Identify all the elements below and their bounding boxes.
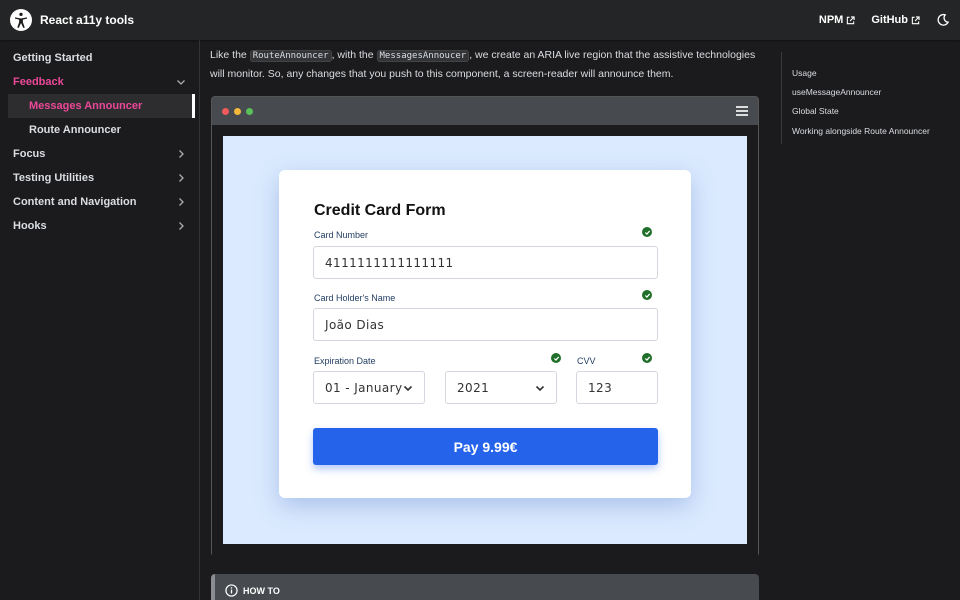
chevron-right-icon	[179, 150, 184, 158]
expiration-year-select[interactable]: 2021	[445, 371, 557, 404]
site-title: React a11y tools	[40, 13, 135, 27]
intro-paragraph: Like the RouteAnnouncer, with the Messag…	[210, 46, 760, 83]
cvv-label: CVV	[577, 356, 596, 366]
sidebar-item-label: Hooks	[13, 220, 47, 232]
main-content: Like the RouteAnnouncer, with the Messag…	[210, 40, 760, 600]
sidebar-item-label: Route Announcer	[29, 124, 121, 136]
sidebar: Getting Started Feedback Messages Announ…	[0, 40, 200, 600]
toc-item-use-message-announcer[interactable]: useMessageAnnouncer	[792, 82, 951, 101]
github-link[interactable]: GitHub	[871, 14, 920, 26]
sidebar-item-label: Content and Navigation	[13, 196, 137, 208]
admonition-title: HOW TO	[243, 586, 280, 596]
selected-month: 01 - January	[325, 380, 403, 395]
inline-code-messages-announcer: MessagesAnnoucer	[376, 50, 470, 62]
form-title: Credit Card Form	[314, 202, 446, 219]
browser-window-mockup: Credit Card Form Card Number 41111111111…	[211, 96, 759, 557]
table-of-contents: Usage useMessageAnnouncer Global State W…	[781, 52, 951, 145]
toc-item-working-alongside-route-announcer[interactable]: Working alongside Route Announcer	[792, 121, 951, 140]
selected-year: 2021	[457, 380, 490, 395]
demo-preview: Credit Card Form Card Number 41111111111…	[223, 136, 747, 544]
intro-text: Like the	[210, 49, 250, 61]
sidebar-item-label: Messages Announcer	[29, 100, 143, 112]
valid-check-icon	[551, 353, 561, 363]
credit-card-form: Credit Card Form Card Number 41111111111…	[279, 170, 691, 498]
sidebar-item-label: Getting Started	[13, 52, 93, 64]
pay-button[interactable]: Pay 9.99€	[313, 428, 658, 465]
card-number-label: Card Number	[314, 230, 369, 240]
github-link-label: GitHub	[871, 14, 908, 26]
inline-code-route-announcer: RouteAnnouncer	[249, 50, 332, 62]
toc-item-global-state[interactable]: Global State	[792, 102, 951, 121]
maximize-dot-icon	[246, 107, 253, 115]
valid-check-icon	[642, 290, 652, 300]
cvv-input[interactable]: 123	[576, 371, 658, 404]
window-body: Credit Card Form Card Number 41111111111…	[212, 125, 758, 557]
card-holder-input[interactable]: João Dias	[313, 308, 658, 341]
window-title-bar	[212, 97, 758, 125]
valid-check-icon	[642, 227, 652, 237]
chevron-right-icon	[179, 174, 184, 182]
brand[interactable]: React a11y tools	[10, 9, 134, 31]
accessibility-icon	[10, 9, 32, 31]
top-navbar: React a11y tools NPM GitHub	[0, 0, 960, 40]
sidebar-item-label: Testing Utilities	[13, 172, 95, 184]
hamburger-menu-icon[interactable]	[736, 106, 748, 116]
intro-text: , with the	[331, 49, 377, 61]
external-link-icon	[847, 15, 855, 24]
info-icon	[225, 584, 238, 597]
chevron-right-icon	[179, 222, 184, 230]
chevron-down-icon	[535, 385, 545, 391]
chevron-right-icon	[179, 198, 184, 206]
toc-item-usage[interactable]: Usage	[792, 63, 951, 82]
card-holder-label: Card Holder's Name	[314, 293, 396, 303]
sidebar-item-route-announcer[interactable]: Route Announcer	[8, 118, 195, 142]
npm-link-label: NPM	[818, 14, 844, 26]
how-to-admonition: HOW TO	[211, 574, 759, 600]
sidebar-item-hooks[interactable]: Hooks	[0, 214, 199, 238]
sidebar-item-testing-utilities[interactable]: Testing Utilities	[0, 166, 199, 190]
sidebar-item-focus[interactable]: Focus	[0, 142, 199, 166]
card-number-input[interactable]: 4111111111111111	[313, 246, 658, 279]
sidebar-item-label: Focus	[13, 148, 46, 160]
expiration-date-label: Expiration Date	[314, 356, 376, 366]
minimize-dot-icon	[234, 107, 241, 115]
valid-check-icon	[642, 353, 652, 363]
external-link-icon	[911, 15, 920, 24]
sidebar-item-label: Feedback	[13, 76, 64, 88]
dark-mode-toggle-moon-icon[interactable]	[936, 13, 950, 27]
sidebar-item-content-and-navigation[interactable]: Content and Navigation	[0, 190, 199, 214]
expiration-month-select[interactable]: 01 - January	[313, 371, 425, 404]
close-dot-icon	[222, 107, 229, 115]
chevron-down-icon	[177, 80, 185, 85]
chevron-down-icon	[403, 385, 413, 391]
sidebar-item-messages-announcer[interactable]: Messages Announcer	[8, 94, 195, 118]
npm-link[interactable]: NPM	[819, 14, 855, 26]
sidebar-item-getting-started[interactable]: Getting Started	[0, 46, 199, 70]
sidebar-item-feedback[interactable]: Feedback	[0, 70, 199, 94]
